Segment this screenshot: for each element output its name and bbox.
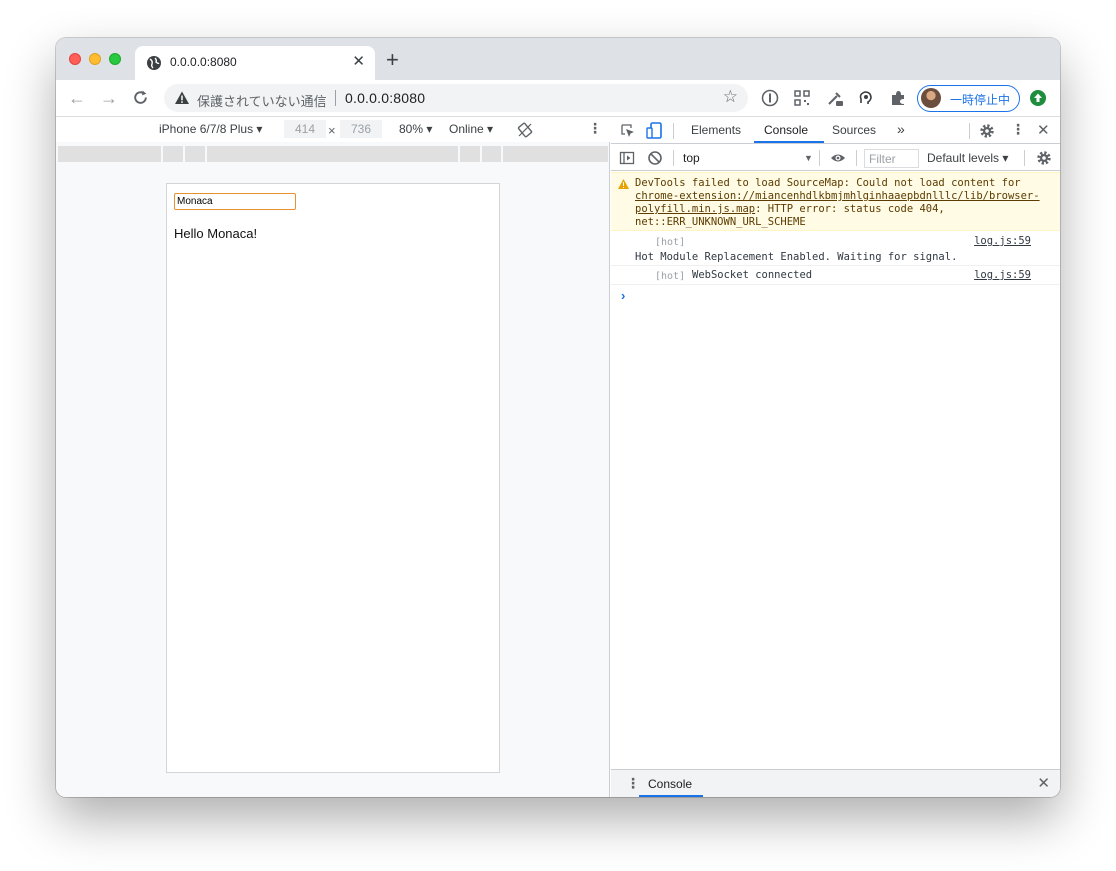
close-devtools-icon[interactable]: ✕ (1037, 121, 1050, 139)
log-text: Hot Module Replacement Enabled. Waiting … (635, 251, 958, 263)
dimension-separator: × (328, 123, 336, 138)
media-query-divider (501, 146, 503, 162)
toolbar-separator (673, 150, 674, 166)
sidebar-toggle-icon[interactable] (619, 150, 635, 166)
media-query-divider (480, 146, 482, 162)
source-link[interactable]: log.js:59 (974, 235, 1031, 248)
extensions-puzzle-icon[interactable] (889, 89, 907, 107)
console-settings-gear-icon[interactable] (1036, 150, 1052, 166)
device-emulation-pane: iPhone 6/7/8 Plus ▾ 414 × 736 80% ▾ Onli… (56, 118, 610, 797)
forward-arrow-icon[interactable]: → (99, 88, 119, 108)
log-tag: [hot] (655, 271, 686, 282)
throttle-select[interactable]: Online ▾ (449, 122, 493, 136)
inspect-element-icon[interactable] (620, 123, 636, 139)
console-log-message: [hot] WebSocket connected log.js:59 (611, 267, 1060, 285)
context-select[interactable]: top (683, 151, 700, 165)
media-query-divider (205, 146, 207, 162)
toolbar-separator (819, 150, 820, 166)
media-query-bar[interactable] (58, 146, 608, 162)
device-select[interactable]: iPhone 6/7/8 Plus ▾ (159, 122, 262, 136)
rotate-icon[interactable] (517, 122, 533, 138)
close-drawer-icon[interactable]: ✕ (1037, 774, 1050, 792)
name-input[interactable] (174, 193, 296, 210)
height-input[interactable]: 736 (340, 120, 382, 138)
warning-icon[interactable] (174, 90, 190, 106)
avatar (921, 88, 941, 108)
reload-icon[interactable] (132, 89, 149, 106)
console-prompt[interactable]: › (621, 288, 625, 303)
eyedropper-extension-icon[interactable] (826, 89, 844, 107)
profile-button[interactable]: 一時停止中 (917, 85, 1020, 112)
devtools-tab-bar: Elements Console Sources » ⋮ ✕ (611, 118, 1060, 144)
live-expression-eye-icon[interactable] (830, 150, 846, 166)
console-warning-message: DevTools failed to load SourceMap: Could… (611, 172, 1060, 231)
devtools-more-options-icon[interactable]: ⋮ (1011, 121, 1025, 138)
settings-gear-icon[interactable] (979, 123, 995, 139)
media-query-divider (458, 146, 460, 162)
window-close-button[interactable] (69, 53, 81, 65)
media-query-divider (161, 146, 163, 162)
log-text: WebSocket connected (692, 269, 813, 281)
toolbar-separator (969, 123, 970, 139)
password-key-icon[interactable] (761, 89, 779, 107)
media-query-divider (183, 146, 185, 162)
tab-sources[interactable]: Sources (832, 123, 876, 137)
drawer-active-indicator (639, 795, 703, 797)
tab-close-icon[interactable]: ✕ (352, 53, 365, 71)
zoom-select[interactable]: 80% ▾ (399, 122, 432, 136)
tab-title: 0.0.0.0:8080 (170, 55, 237, 69)
active-tab-indicator (754, 141, 824, 143)
update-arrow-icon[interactable] (1030, 90, 1046, 106)
devtools-panel: Elements Console Sources » ⋮ ✕ top ▼ Fil… (611, 118, 1060, 797)
console-toolbar: top ▼ Filter Default levels ▾ (611, 145, 1060, 171)
device-more-options-icon[interactable]: ⋮ (588, 120, 602, 137)
filter-input[interactable]: Filter (864, 149, 919, 168)
security-status-label[interactable]: 保護されていない通信 (197, 91, 327, 110)
greeting-text: Hello Monaca! (174, 226, 258, 241)
chevron-down-icon[interactable]: ▼ (804, 153, 813, 163)
qr-code-icon[interactable] (793, 89, 811, 107)
width-input[interactable]: 414 (284, 120, 326, 138)
console-drawer: ⋮ Console ✕ (611, 769, 1060, 797)
url-text[interactable]: 0.0.0.0:8080 (345, 90, 425, 106)
more-tabs-button[interactable]: » (897, 121, 905, 137)
toolbar-separator (673, 123, 674, 139)
log-tag: [hot] (655, 237, 686, 248)
device-toggle-icon[interactable] (646, 122, 663, 140)
tab-strip: 0.0.0.0:8080 ✕ + (56, 38, 1060, 80)
address-bar[interactable]: 保護されていない通信 0.0.0.0:8080 ☆ (164, 84, 748, 112)
drawer-menu-icon[interactable]: ⋮ (626, 775, 640, 792)
window-minimize-button[interactable] (89, 53, 101, 65)
warning-text-prefix: DevTools failed to load SourceMap: Could… (635, 177, 1021, 189)
tab-elements[interactable]: Elements (691, 123, 741, 137)
bookmark-star-icon[interactable]: ☆ (723, 87, 738, 107)
browser-toolbar: ← → 保護されていない通信 0.0.0.0:8080 ☆ 一時停止中 (56, 80, 1060, 117)
tab-console[interactable]: Console (764, 123, 808, 137)
address-divider (335, 90, 336, 106)
toolbar-separator (1024, 150, 1025, 166)
console-log-message: [hot] log.js:59 Hot Module Replacement E… (611, 232, 1060, 266)
warning-triangle-icon (618, 179, 629, 189)
browser-window: 0.0.0.0:8080 ✕ + ← → 保護されていない通信 0.0.0.0:… (56, 38, 1060, 797)
content-area: iPhone 6/7/8 Plus ▾ 414 × 736 80% ▾ Onli… (56, 118, 1060, 797)
browser-tab[interactable]: 0.0.0.0:8080 ✕ (135, 46, 375, 80)
log-levels-select[interactable]: Default levels ▾ (927, 151, 1008, 165)
extension-head-icon[interactable] (857, 89, 875, 107)
clear-console-icon[interactable] (647, 150, 663, 166)
new-tab-button[interactable]: + (386, 49, 399, 71)
toolbar-separator (856, 150, 857, 166)
globe-icon (147, 56, 161, 70)
drawer-tab-console[interactable]: Console (648, 777, 692, 791)
emulated-page-viewport: Hello Monaca! (166, 183, 500, 773)
profile-status-label: 一時停止中 (950, 93, 1011, 107)
back-arrow-icon[interactable]: ← (67, 88, 87, 108)
window-zoom-button[interactable] (109, 53, 121, 65)
device-toolbar: iPhone 6/7/8 Plus ▾ 414 × 736 80% ▾ Onli… (56, 118, 610, 142)
source-link[interactable]: log.js:59 (974, 269, 1031, 282)
